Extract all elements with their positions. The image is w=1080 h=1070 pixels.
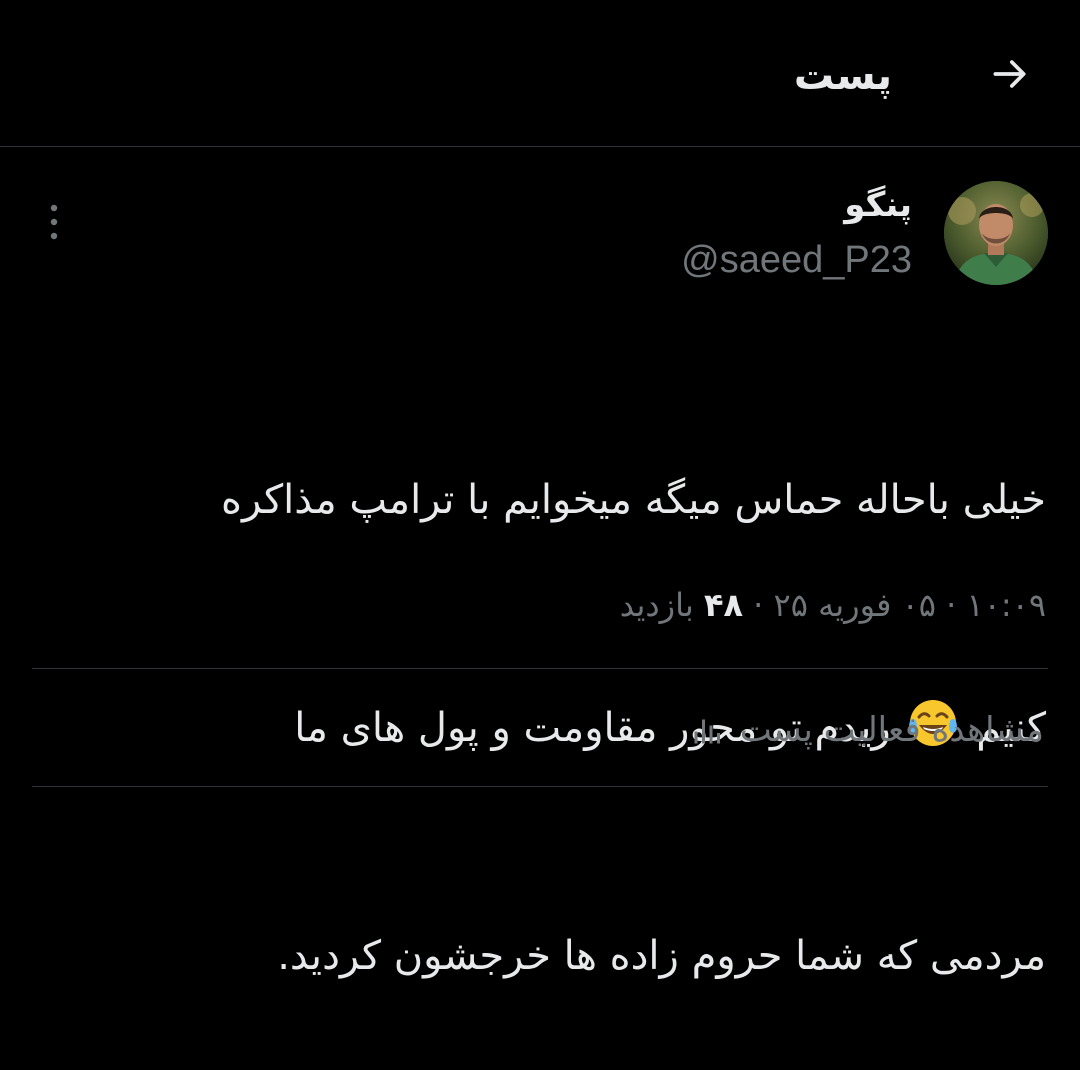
divider: [32, 786, 1048, 787]
tweet-time[interactable]: ۱۰:۰۹: [966, 586, 1046, 624]
views-count: ۴۸: [703, 586, 743, 624]
top-bar: پست: [0, 0, 1080, 147]
view-post-activity-button[interactable]: مشاهده فعالیت پست: [690, 700, 1044, 760]
user-avatar: [944, 181, 1048, 285]
tweet-text: خیلی باحاله حماس میگه میخوایم با ترامپ م…: [56, 310, 1046, 1070]
avatar[interactable]: [944, 181, 1048, 285]
more-options-button[interactable]: [36, 200, 72, 244]
vertical-dots-icon: [50, 204, 58, 240]
tweet-line-3: مردمی که شما حروم زاده ها خرجشون کردید.: [277, 933, 1046, 979]
page-title: پست: [793, 53, 892, 99]
views-label: بازدید: [619, 586, 694, 624]
author-display-name[interactable]: پنگو: [844, 180, 912, 230]
meta-separator: ·: [946, 586, 957, 624]
activity-label: مشاهده فعالیت پست: [739, 710, 1044, 750]
back-button[interactable]: [986, 50, 1034, 98]
divider: [32, 668, 1048, 669]
author-handle[interactable]: @saeed_P23: [681, 234, 912, 286]
tweet-line-1: خیلی باحاله حماس میگه میخوایم با ترامپ م…: [221, 477, 1046, 523]
arrow-right-icon: [993, 60, 1026, 88]
tweet-meta: ۱۰:۰۹ · ۰۵ فوریه ۲۵ · ۴۸ بازدید: [620, 580, 1046, 630]
meta-separator: ·: [753, 586, 764, 624]
bar-chart-icon: [694, 719, 720, 744]
tweet-date[interactable]: ۰۵ فوریه ۲۵: [774, 586, 936, 624]
